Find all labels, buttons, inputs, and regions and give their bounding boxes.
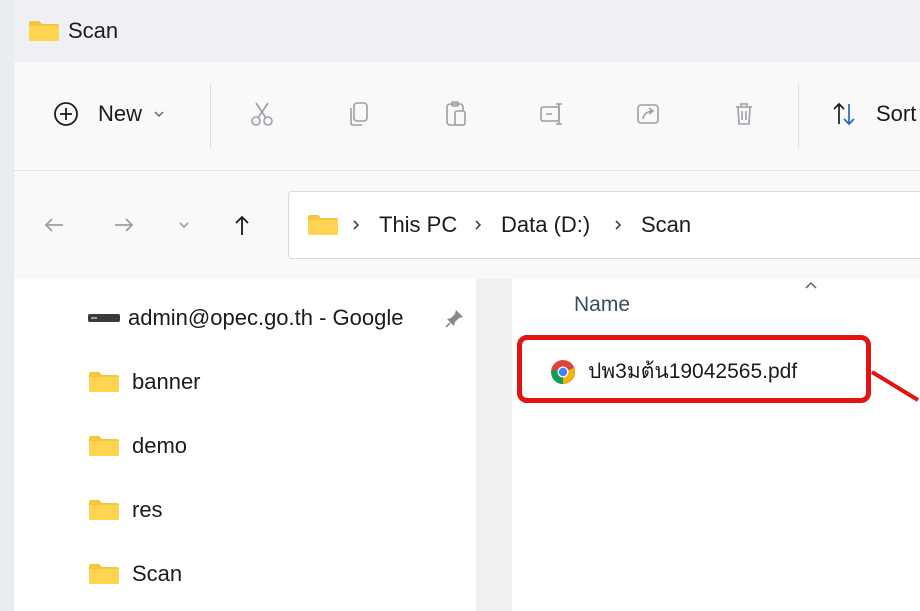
sidebar-item-google-drive[interactable]: admin@opec.go.th - Google [88,301,404,335]
folder-icon [89,372,119,392]
file-explorer-window: Scan New Sort This PC Data (D:) Scan adm… [14,0,920,611]
chevron-right-icon [615,220,622,230]
sidebar-item-scan[interactable]: Scan [88,557,182,591]
breadcrumb-this-pc[interactable]: This PC [379,212,457,238]
arrow-up-icon [235,215,249,235]
folder-icon [29,21,59,41]
new-button[interactable]: New [48,92,166,136]
drive-icon [88,314,120,322]
sidebar-item-label: res [132,497,163,522]
folder-icon [89,564,119,584]
window-title: Scan [68,18,119,43]
add-icon [48,96,84,132]
folder-icon [89,436,119,456]
breadcrumb-scan[interactable]: Scan [641,212,691,238]
file-list: Name ปพ3มต้น19042565.pdf [512,279,920,611]
sidebar-item-label: admin@opec.go.th - Google [128,305,404,330]
copy-button[interactable] [342,92,378,136]
navigation-pane-scrollbar[interactable] [476,279,512,611]
name-column-header[interactable]: Name [574,293,630,317]
sort-icon [826,96,862,132]
sidebar-item-label: Scan [132,561,183,586]
folder-icon [89,500,119,520]
highlight-box [517,335,871,403]
paste-icon [438,96,474,132]
sidebar-item-banner[interactable]: banner [88,365,201,399]
delete-button[interactable] [726,92,762,136]
copy-icon [342,96,378,132]
sort-button[interactable]: Sort [826,92,916,136]
share-icon [630,96,666,132]
sidebar-item-demo[interactable]: demo [88,429,187,463]
toolbar-separator [798,84,799,148]
toolbar-separator [210,84,211,148]
chevron-down-icon [179,222,189,229]
sidebar-item-label: demo [132,433,188,458]
new-button-label: New [98,101,143,126]
back-button[interactable] [34,205,74,245]
delete-icon [726,96,762,132]
arrow-left-icon [44,218,63,232]
sort-button-label: Sort [876,101,917,126]
forward-button[interactable] [104,205,144,245]
chevron-down-icon [154,111,164,118]
navigation-pane: admin@opec.go.th - Google banner demo re… [14,279,476,611]
navigation-bar: This PC Data (D:) Scan [14,171,920,279]
sidebar-item-res[interactable]: res [88,493,163,527]
sort-ascending-icon [805,281,817,289]
breadcrumb-data-drive[interactable]: Data (D:) [501,212,590,238]
annotation-arrow [870,370,920,402]
content-area: admin@opec.go.th - Google banner demo re… [14,279,920,611]
chevron-right-icon [475,220,482,230]
address-bar[interactable]: This PC Data (D:) Scan [288,191,920,259]
title-bar: Scan [14,0,920,62]
folder-icon [308,215,338,235]
recent-locations-button[interactable] [164,205,204,245]
rename-icon [534,96,570,132]
chevron-right-icon [353,220,360,230]
paste-button[interactable] [438,92,474,136]
cut-button[interactable] [244,92,280,136]
rename-button[interactable] [534,92,570,136]
share-button[interactable] [630,92,666,136]
cut-icon [244,96,280,132]
pin-icon [445,310,463,328]
sidebar-item-label: banner [132,369,201,394]
command-bar: New Sort [14,62,920,171]
up-button[interactable] [222,205,262,245]
arrow-right-icon [115,218,134,232]
